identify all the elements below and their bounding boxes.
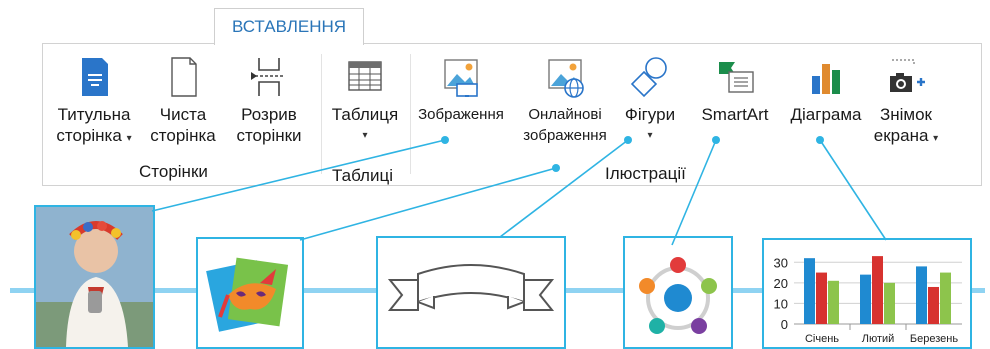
dropdown-arrow-icon[interactable]: ▾ xyxy=(933,133,938,144)
masks-picture-card xyxy=(196,237,304,349)
screenshot-label-2: екрана xyxy=(873,126,929,145)
blank-page-icon xyxy=(171,57,197,97)
chart-bar xyxy=(884,282,895,324)
cover-page-label-2: сторінка xyxy=(56,126,122,145)
shapes-icon xyxy=(630,57,667,98)
dropdown-arrow-icon[interactable]: ▾ xyxy=(127,133,132,144)
tab-insert[interactable]: ВСТАВЛЕННЯ xyxy=(214,8,364,45)
blank-page-label-2: сторінка xyxy=(150,126,216,145)
chart-bar xyxy=(916,266,927,324)
smartart-graphic-card xyxy=(623,236,733,349)
chart-y-tick-label: 10 xyxy=(774,296,788,311)
screenshot-label-1: Знімок xyxy=(879,105,932,124)
smartart-icon xyxy=(719,62,754,93)
chart-bar xyxy=(804,258,815,324)
photo-card xyxy=(34,205,155,349)
chart-bar xyxy=(872,256,883,324)
group-label-illustrations: Ілюстрації xyxy=(605,164,686,183)
pictures-label: Зображення xyxy=(418,106,504,123)
shapes-button[interactable]: Фігури ▾ xyxy=(613,54,687,146)
online-pictures-label-1: Онлайнові xyxy=(528,106,602,123)
table-label: Таблиця xyxy=(331,105,399,124)
ribbon-insert: Титульна сторінка ▾ Чиста сторінка Розри… xyxy=(42,43,982,186)
shapes-label: Фігури xyxy=(624,105,676,124)
online-picture-icon xyxy=(548,59,584,98)
group-separator xyxy=(321,54,322,174)
cover-page-label-1: Титульна xyxy=(57,105,131,124)
carnival-mask-image xyxy=(206,257,289,332)
chart-card: 0 10 20 30 Січень Лютий Березень xyxy=(762,238,972,349)
table-icon xyxy=(348,61,382,91)
dropdown-arrow-icon[interactable]: ▾ xyxy=(325,125,405,146)
camera-icon xyxy=(890,59,925,92)
banner-shape-image xyxy=(387,264,555,311)
smartart-button[interactable]: SmartArt xyxy=(691,54,779,125)
online-pictures-label-2: зображення xyxy=(523,127,607,144)
picture-icon xyxy=(444,59,478,97)
chart-bar xyxy=(928,286,939,324)
chart-y-tick-label: 20 xyxy=(774,276,788,291)
ribbon-shape-card xyxy=(376,236,566,349)
table-button[interactable]: Таблиця ▾ xyxy=(325,54,405,146)
bar-chart: 0 10 20 30 Січень Лютий Березень xyxy=(774,255,962,345)
smartart-cycle-image xyxy=(639,257,717,334)
page-break-icon xyxy=(251,58,283,96)
chart-x-tick-label: Березень xyxy=(910,333,958,345)
page-break-label-2: сторінки xyxy=(236,126,302,145)
dropdown-arrow-icon[interactable]: ▾ xyxy=(613,125,687,146)
cover-page-button[interactable]: Титульна сторінка ▾ xyxy=(47,54,141,149)
blank-page-button[interactable]: Чиста сторінка xyxy=(141,54,225,146)
chart-bar xyxy=(828,280,839,324)
group-label-tables: Таблиці xyxy=(332,166,393,185)
online-pictures-button[interactable]: Онлайнові зображення xyxy=(513,54,617,146)
page-break-label-1: Розрив xyxy=(241,105,297,124)
smartart-label: SmartArt xyxy=(701,105,769,124)
chart-y-tick-label: 0 xyxy=(781,317,788,332)
page-break-button[interactable]: Розрив сторінки xyxy=(226,54,312,146)
cover-page-icon xyxy=(82,58,108,96)
chart-bar xyxy=(816,272,827,324)
chart-bar xyxy=(860,274,871,324)
screenshot-button[interactable]: Знімок екрана ▾ xyxy=(869,54,943,149)
blank-page-label-1: Чиста xyxy=(159,105,207,124)
bar-chart-icon xyxy=(812,64,840,94)
chart-label: Діаграма xyxy=(790,105,862,124)
chart-x-tick-label: Січень xyxy=(805,333,839,345)
girl-photo-image xyxy=(36,207,153,347)
chart-x-tick-label: Лютий xyxy=(862,333,895,345)
chart-bar xyxy=(940,272,951,324)
chart-y-tick-label: 30 xyxy=(774,255,788,270)
pictures-button[interactable]: Зображення xyxy=(411,54,511,125)
chart-button[interactable]: Діаграма xyxy=(781,54,871,125)
group-label-pages: Сторінки xyxy=(139,162,208,181)
